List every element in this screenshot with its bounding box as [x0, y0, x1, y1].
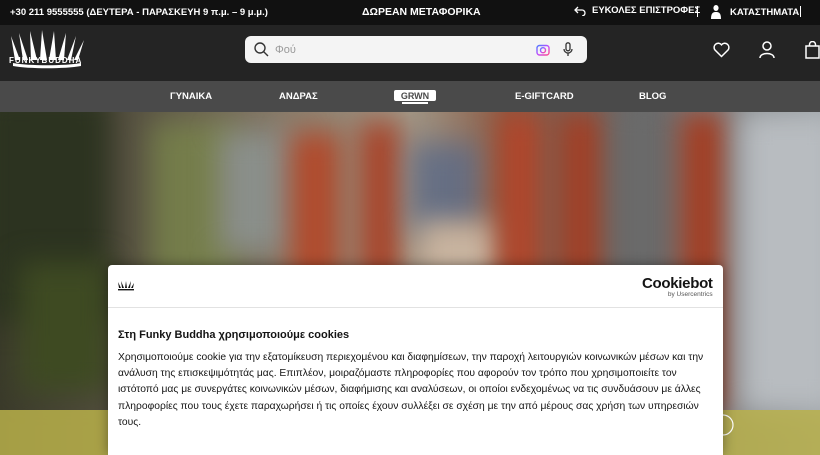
- funky-buddha-small-logo: [118, 281, 134, 291]
- easy-returns-label: ΕΥΚΟΛΕΣ ΕΠΙΣΤΡΟΦΕΣ: [592, 5, 701, 16]
- divider: [800, 6, 801, 17]
- cookie-title: Στη Funky Buddha χρησιμοποιούμε cookies: [118, 329, 350, 341]
- return-arrow-icon: [574, 6, 586, 16]
- site-header: FUNKYBUDDHA: [0, 25, 820, 81]
- shopping-bag-icon[interactable]: [805, 41, 820, 59]
- divider: [697, 6, 698, 17]
- logo-wordmark: FUNKYBUDDHA: [9, 56, 83, 65]
- search-bar: [245, 36, 587, 63]
- cookie-consent-dialog: Cookiebot by Usercentrics Στη Funky Budd…: [108, 265, 723, 455]
- hero-wall: [740, 112, 820, 412]
- free-shipping-banner: ΔΩΡΕΑΝ ΜΕΤΑΦΟΡΙΚΑ: [362, 6, 481, 18]
- dialog-divider: [108, 307, 723, 308]
- cookiebot-name: Cookiebot: [642, 275, 713, 292]
- camera-search-icon[interactable]: [536, 43, 550, 56]
- cookiebot-by: by Usercentrics: [667, 291, 713, 298]
- cookie-description: Χρησιμοποιούμε cookie για την εξατομίκευ…: [118, 352, 704, 428]
- phone-contact[interactable]: +30 211 9555555 (ΔΕΥΤΕΡΑ - ΠΑΡΑΣΚΕΥΗ 9 π…: [10, 7, 268, 18]
- easy-returns-link[interactable]: ΕΥΚΟΛΕΣ ΕΠΙΣΤΡΟΦΕΣ: [574, 5, 700, 16]
- hero-wall: [220, 132, 300, 252]
- microphone-icon[interactable]: [563, 42, 573, 57]
- hero-graffiti: [410, 142, 480, 232]
- wishlist-heart-icon[interactable]: [713, 42, 730, 58]
- nav-item-grwn[interactable]: GRWN: [394, 88, 436, 109]
- buddha-icon: [711, 5, 721, 19]
- grwn-logo: GRWN: [394, 90, 436, 104]
- nav-item-men[interactable]: ΑΝΔΡΑΣ: [279, 91, 318, 102]
- account-user-icon[interactable]: [759, 41, 775, 59]
- search-icon[interactable]: [254, 42, 269, 57]
- nav-item-blog[interactable]: BLOG: [639, 91, 666, 102]
- stores-label: ΚΑΤΑΣΤΗΜΑΤΑ: [730, 6, 800, 18]
- nav-item-egiftcard[interactable]: E-GIFTCARD: [515, 91, 574, 102]
- grwn-logo-text: GRWN: [401, 91, 429, 101]
- hero-foliage: [20, 262, 110, 392]
- nav-item-women[interactable]: ΓΥΝΑΙΚΑ: [170, 91, 212, 102]
- stores-link[interactable]: ΚΑΤΑΣΤΗΜΑΤΑ: [710, 4, 799, 20]
- main-navigation: ΓΥΝΑΙΚΑ ΑΝΔΡΑΣ GRWN E-GIFTCARD BLOG: [0, 81, 820, 112]
- cookiebot-logo[interactable]: Cookiebot by Usercentrics: [642, 275, 713, 298]
- top-bar: +30 211 9555555 (ΔΕΥΤΕΡΑ - ΠΑΡΑΣΚΕΥΗ 9 π…: [0, 0, 820, 25]
- search-input[interactable]: [275, 41, 515, 58]
